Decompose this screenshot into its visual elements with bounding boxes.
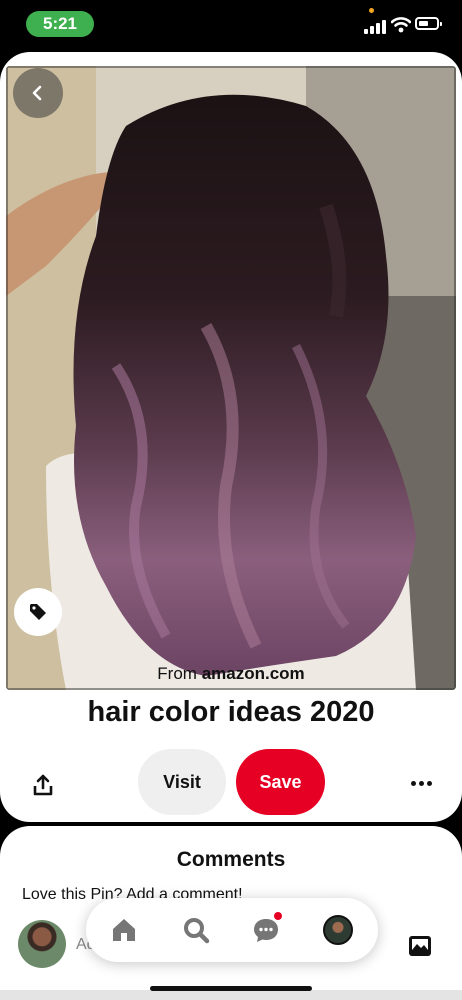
chat-bubble-icon bbox=[254, 919, 278, 942]
pin-source[interactable]: From amazon.com bbox=[0, 664, 462, 684]
back-button[interactable] bbox=[13, 68, 63, 118]
image-icon[interactable] bbox=[408, 935, 432, 957]
home-icon bbox=[113, 919, 135, 941]
pin-image[interactable] bbox=[6, 66, 456, 690]
source-domain-link[interactable]: amazon.com bbox=[202, 664, 305, 683]
privacy-indicator-dot bbox=[369, 8, 374, 13]
pin-card: From amazon.com hair color ideas 2020 Vi… bbox=[0, 52, 462, 822]
user-avatar bbox=[18, 920, 66, 968]
bottom-nav bbox=[86, 898, 378, 962]
nav-messages[interactable] bbox=[248, 912, 284, 948]
comments-heading: Comments bbox=[176, 848, 286, 871]
clock-time: 5:21 bbox=[42, 14, 78, 33]
chevron-left-icon bbox=[32, 85, 42, 101]
more-options-button[interactable] bbox=[404, 768, 438, 798]
pin-title: hair color ideas 2020 bbox=[87, 696, 375, 728]
from-prefix: From bbox=[157, 664, 197, 683]
search-icon bbox=[184, 918, 210, 944]
share-button[interactable] bbox=[26, 768, 60, 802]
cellular-signal-icon bbox=[364, 18, 386, 34]
profile-avatar bbox=[323, 915, 353, 945]
nav-search[interactable] bbox=[178, 912, 214, 948]
battery-icon bbox=[415, 17, 442, 30]
hair-photo-illustration bbox=[6, 66, 456, 690]
nav-profile[interactable] bbox=[320, 912, 356, 948]
save-button[interactable]: Save bbox=[236, 749, 325, 815]
status-bar: 5:21 bbox=[0, 0, 462, 50]
tag-icon bbox=[30, 604, 46, 620]
wifi-icon bbox=[391, 17, 411, 33]
notification-dot bbox=[274, 912, 282, 920]
time-pill: 5:21 bbox=[26, 11, 94, 37]
visit-button[interactable]: Visit bbox=[138, 749, 226, 815]
tag-button[interactable] bbox=[14, 588, 62, 636]
section-divider bbox=[0, 990, 462, 1000]
nav-home[interactable] bbox=[106, 912, 142, 948]
share-icon bbox=[33, 774, 53, 796]
more-horizontal-icon bbox=[410, 780, 432, 786]
home-indicator bbox=[150, 986, 312, 991]
